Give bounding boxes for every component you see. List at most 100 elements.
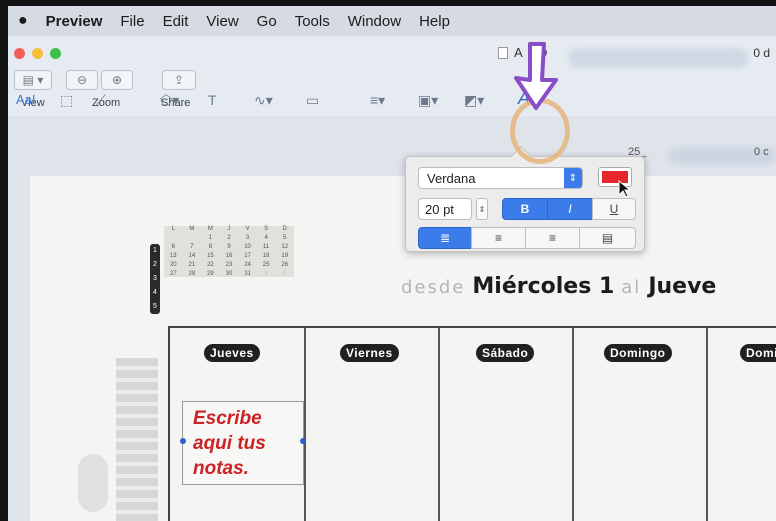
- weekday-letter: J: [227, 226, 231, 232]
- calendar-day: 7: [190, 244, 194, 250]
- menu-go[interactable]: Go: [257, 13, 277, 30]
- text-selection-tool[interactable]: AaI: [16, 92, 36, 107]
- window-readout: 0 d: [753, 46, 770, 60]
- zoom-in-icon: ⊕: [111, 73, 123, 87]
- calendar-day: [164, 235, 183, 241]
- calendar-day: 19: [281, 253, 289, 259]
- calendar-day: 11: [263, 244, 270, 250]
- calendar-day: 28: [188, 271, 196, 277]
- day-column-sabado: Sábado: [440, 328, 574, 521]
- font-family-select[interactable]: Verdana ⇕: [418, 167, 583, 189]
- sign-icon[interactable]: ∿▾: [254, 92, 273, 109]
- menu-edit[interactable]: Edit: [163, 13, 189, 30]
- note-icon[interactable]: ▭: [306, 92, 319, 109]
- window-toolbar: A ND 0 d ▤ ▾ ⊖ ⊕ ⇪ View Zoom Share: [8, 36, 776, 116]
- weekday-letter: M: [207, 226, 213, 232]
- day-label: Domin: [740, 344, 776, 362]
- italic-toggle[interactable]: I: [547, 198, 593, 220]
- day-column-viernes: Viernes: [306, 328, 440, 521]
- font-popover: Verdana ⇕ 20 pt ⇕ B I U ≣ ≡ ≡ ▤: [405, 146, 645, 252]
- sketch-icon[interactable]: ⟋: [96, 92, 106, 109]
- menu-app-name[interactable]: Preview: [46, 13, 103, 30]
- calendar-day: 22: [207, 262, 214, 268]
- calendar-day: 16: [225, 253, 233, 259]
- zoom-out-icon: ⊖: [76, 73, 88, 87]
- zoom-out-button[interactable]: ⊖: [66, 70, 98, 90]
- calendar-day: 30: [225, 271, 233, 277]
- weekday-letter: S: [264, 226, 269, 232]
- calendar-day: 15: [207, 253, 214, 259]
- menu-view[interactable]: View: [206, 13, 238, 30]
- note-text[interactable]: Escribe aqui tus notas.: [193, 406, 266, 481]
- align-left-icon: ≣: [439, 231, 451, 245]
- menu-help[interactable]: Help: [419, 13, 450, 30]
- border-color-icon[interactable]: ▣▾: [418, 92, 438, 109]
- weekday-letter: L: [171, 226, 175, 232]
- mouse-pointer-icon: [618, 180, 632, 198]
- calendar-day: 4: [264, 235, 268, 241]
- range-from-word: desde: [401, 277, 466, 298]
- text-box-icon[interactable]: T: [208, 92, 217, 108]
- menu-tools[interactable]: Tools: [295, 13, 330, 30]
- calendar-day: 26: [281, 262, 289, 268]
- calendar-day: 9: [227, 244, 231, 250]
- select-arrows-icon: ⇕: [564, 168, 582, 188]
- fill-color-icon[interactable]: ◩▾: [464, 92, 484, 109]
- week-number-bar: 1 2 3 4 5: [150, 244, 160, 314]
- mini-calendar-grid: L M M J V S D 1 2 3 4 5 6 7 8 9 10 11 12 13 14 15 16 17 18 19 20 21…: [164, 226, 294, 277]
- align-right-icon: ≡: [548, 231, 556, 245]
- calendar-day: 12: [281, 244, 289, 250]
- calendar-day: 24: [244, 262, 251, 268]
- calendar-day: 29: [207, 271, 214, 277]
- range-end-date: Jueve: [648, 274, 717, 299]
- calendar-day: 1: [208, 235, 213, 241]
- align-justify-icon: ▤: [601, 231, 614, 245]
- minimize-window-button[interactable]: [32, 48, 43, 59]
- annotation-arrow-icon: [514, 42, 558, 110]
- screen: ● Preview File Edit View Go Tools Window…: [8, 6, 776, 521]
- share-icon: ⇪: [173, 73, 185, 87]
- weekday-letter: D: [282, 226, 287, 232]
- text-box[interactable]: Escribe aqui tus notas.: [180, 401, 306, 485]
- rect-selection-icon[interactable]: ⬚: [60, 92, 73, 109]
- share-button[interactable]: ⇪: [162, 70, 196, 90]
- resize-handle-right[interactable]: [300, 438, 306, 444]
- calendar-day: 25: [262, 262, 270, 268]
- calendar-day: 5: [283, 235, 287, 241]
- align-center-button[interactable]: ≡: [471, 227, 526, 249]
- mini-calendar: 1 2 3 4 5 L M M J V S D 1 2 3 4 5 6 7 8 9 10 11 12 13 14 15 16…: [150, 226, 295, 316]
- resize-handle-left[interactable]: [180, 438, 186, 444]
- font-size-field[interactable]: 20 pt: [418, 198, 472, 220]
- bold-toggle[interactable]: B: [502, 198, 548, 220]
- align-right-button[interactable]: ≡: [525, 227, 580, 249]
- week-number: 2: [153, 261, 157, 268]
- font-size-stepper[interactable]: ⇕: [476, 198, 488, 220]
- apple-icon[interactable]: ●: [18, 12, 28, 30]
- underline-toggle[interactable]: U: [592, 198, 636, 220]
- align-left-button[interactable]: ≣: [418, 227, 472, 249]
- day-label: Sábado: [476, 344, 535, 362]
- range-to-word: al: [621, 277, 642, 298]
- range-start-date: Miércoles 1: [472, 274, 615, 299]
- zoom-in-button[interactable]: ⊕: [101, 70, 133, 90]
- calendar-day: 20: [169, 262, 177, 268]
- menu-file[interactable]: File: [120, 13, 144, 30]
- shapes-icon[interactable]: ⬠▾: [160, 92, 179, 109]
- align-justify-button[interactable]: ▤: [579, 227, 636, 249]
- weekday-letter: V: [245, 226, 250, 232]
- shape-style-icon[interactable]: ≡▾: [370, 92, 385, 109]
- window-controls: [14, 48, 61, 59]
- decorative-side-oval: [78, 454, 108, 512]
- day-column-next: Domin: [708, 328, 776, 521]
- menu-bar: ● Preview File Edit View Go Tools Window…: [8, 6, 776, 36]
- week-number: 5: [153, 303, 157, 310]
- close-window-button[interactable]: [14, 48, 25, 59]
- week-number: 4: [153, 289, 157, 296]
- calendar-day: 3: [245, 235, 250, 241]
- week-number: 1: [153, 247, 157, 254]
- calendar-day: 10: [244, 244, 251, 250]
- date-range-heading: desde Miércoles 1 al Jueve: [401, 274, 716, 299]
- menu-window[interactable]: Window: [348, 13, 401, 30]
- view-menu-button[interactable]: ▤ ▾: [14, 70, 52, 90]
- zoom-window-button[interactable]: [50, 48, 61, 59]
